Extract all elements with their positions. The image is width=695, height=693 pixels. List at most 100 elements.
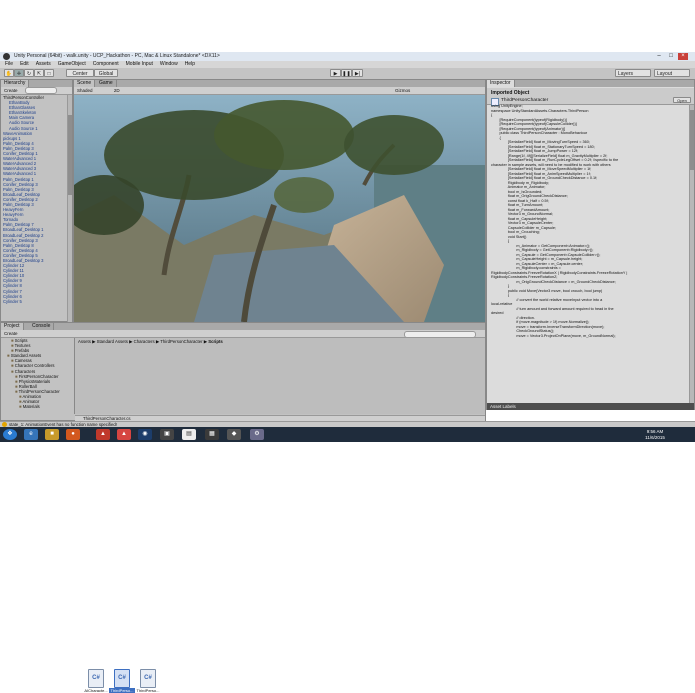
ie-icon[interactable]: e xyxy=(24,429,38,440)
menu-help[interactable]: Help xyxy=(185,61,195,68)
file-item[interactable]: C# ThirdPerso... xyxy=(135,669,161,693)
window-title: Unity Personal (64bit) - walk.unity - UC… xyxy=(14,53,220,59)
breadcrumb-item[interactable]: Assets xyxy=(78,339,91,344)
hierarchy-toolbar: Create xyxy=(1,87,72,95)
move-tool-icon[interactable]: ✛ xyxy=(14,69,24,77)
menu-bar: File Edit Assets GameObject Component Mobile … xyxy=(0,61,695,68)
project-toolbar: Create xyxy=(1,330,485,338)
clock[interactable]: 9:56 AM 11/6/2015 xyxy=(640,429,670,440)
cs-script-icon: C# xyxy=(114,669,130,688)
tab-console[interactable]: Console xyxy=(29,323,55,330)
cs-script-icon: C# xyxy=(140,669,156,688)
script-preview: using UnityEngine; namespace UnityStandar… xyxy=(491,104,686,404)
project-folder-tree: ■ Scripts ■ Textures ■ Prefabs ■ Standard A… xyxy=(3,338,71,421)
scene-toolbar: Shaded 2D Gizmos xyxy=(74,87,485,95)
tab-project[interactable]: Project xyxy=(1,323,24,330)
menu-component[interactable]: Component xyxy=(93,61,119,68)
file-label: ThirdPerso... xyxy=(109,688,135,693)
inspector-header-title: Imported Object xyxy=(491,90,530,96)
project-files-area: Assets ▶ Standard Assets ▶ Characters ▶ … xyxy=(74,338,485,414)
hierarchy-list: ThirdPersonController EthanBody EthanGlass… xyxy=(1,95,68,322)
2d-toggle[interactable]: 2D xyxy=(114,87,120,94)
gizmos-dropdown[interactable]: Gizmos xyxy=(395,87,410,94)
breadcrumb-item[interactable]: Scripts xyxy=(208,339,223,344)
inspector-tabstrip: Inspector xyxy=(487,80,694,87)
play-icon[interactable]: ▶ xyxy=(330,69,341,77)
file-label: ThirdPerso... xyxy=(136,688,160,693)
unity-logo-icon xyxy=(3,53,10,60)
settings-app-icon[interactable]: ⚙ xyxy=(250,429,264,440)
minimize-icon[interactable]: – xyxy=(654,53,664,60)
menu-mobile-input[interactable]: Mobile Input xyxy=(126,61,153,68)
layout-dropdown[interactable]: Layout xyxy=(654,69,690,77)
hierarchy-item[interactable]: Cylinder 5 xyxy=(1,299,68,304)
file-item[interactable]: C# AICharacte... xyxy=(83,669,109,693)
hand-tool-icon[interactable]: ✋ xyxy=(4,69,14,77)
start-button-icon[interactable]: ❖ xyxy=(3,429,17,440)
tab-hierarchy[interactable]: Hierarchy xyxy=(1,80,30,87)
steam-icon[interactable]: ◉ xyxy=(138,429,152,440)
inspector-scrollbar[interactable] xyxy=(689,105,694,405)
grid-app-icon[interactable]: ▦ xyxy=(205,429,219,440)
project-tabstrip: Project Console xyxy=(1,323,485,330)
palm-canopy-3 xyxy=(344,115,444,175)
project-create-button[interactable]: Create xyxy=(4,330,18,337)
menu-window[interactable]: Window xyxy=(160,61,178,68)
menu-gameobject[interactable]: GameObject xyxy=(58,61,86,68)
rect-tool-icon[interactable]: □ xyxy=(44,69,54,77)
pause-icon[interactable]: ❚❚ xyxy=(341,69,352,77)
breadcrumb-item[interactable]: Standard Assets xyxy=(97,339,128,344)
os-taskbar: ❖ e ■ ● ▲ ▲ ◉ ▣ ▤ ▦ ◆ ⚙ 9:56 AM 11/6/201… xyxy=(0,427,695,442)
maximize-icon[interactable]: □ xyxy=(666,53,676,60)
app-icon-gray[interactable]: ▣ xyxy=(160,429,174,440)
scene-tabstrip: Scene Game xyxy=(74,80,485,87)
layers-dropdown[interactable]: Layers xyxy=(615,69,651,77)
notepad-icon[interactable]: ▤ xyxy=(182,429,196,440)
global-button[interactable]: Global xyxy=(94,69,118,77)
breadcrumb: Assets ▶ Standard Assets ▶ Characters ▶ … xyxy=(78,339,223,345)
close-icon[interactable]: × xyxy=(678,53,688,60)
breadcrumb-item[interactable]: Characters xyxy=(134,339,155,344)
hierarchy-panel: Hierarchy Create ThirdPersonController Et… xyxy=(0,79,73,322)
file-item-selected[interactable]: C# ThirdPerso... xyxy=(109,669,135,693)
hierarchy-create-button[interactable]: Create xyxy=(4,87,18,94)
open-button[interactable]: Open xyxy=(673,97,691,103)
file-label: AICharacte... xyxy=(84,688,108,693)
palm-canopy-2 xyxy=(214,100,354,170)
tab-game[interactable]: Game xyxy=(96,80,117,87)
menu-file[interactable]: File xyxy=(5,61,13,68)
folder-label: Materials xyxy=(22,404,40,410)
asset-labels-bar[interactable]: Asset Labels xyxy=(487,403,694,410)
scene-panel: Scene Game Shaded 2D Gizmos xyxy=(73,79,486,322)
hierarchy-scroll-thumb[interactable] xyxy=(68,115,72,195)
project-search-input[interactable] xyxy=(404,331,476,338)
unity-taskbar-icon[interactable]: ◆ xyxy=(227,429,241,440)
app-icon-orange[interactable]: ▲ xyxy=(117,429,131,440)
tab-inspector[interactable]: Inspector xyxy=(487,80,515,87)
scale-tool-icon[interactable]: ⇱ xyxy=(34,69,44,77)
tab-scene[interactable]: Scene xyxy=(74,80,96,87)
hierarchy-search-input[interactable] xyxy=(24,87,57,95)
cs-script-icon: C# xyxy=(88,669,104,688)
inspector-header: Imported Object ThirdPersonCharacter Ope… xyxy=(487,88,694,106)
menu-edit[interactable]: Edit xyxy=(20,61,29,68)
code-line: move = Vector3.ProjectOnPlane(move, m_Gr… xyxy=(491,333,616,338)
hierarchy-scrollbar[interactable] xyxy=(67,95,72,322)
file-explorer-icon[interactable]: ■ xyxy=(45,429,59,440)
clock-date: 11/6/2015 xyxy=(645,434,665,440)
firefox-icon[interactable]: ● xyxy=(66,429,80,440)
scene-viewport[interactable] xyxy=(74,95,485,322)
folder-item[interactable]: ■ Materials xyxy=(3,404,71,409)
rotate-tool-icon[interactable]: ↻ xyxy=(24,69,34,77)
app-icon-red[interactable]: ▲ xyxy=(96,429,110,440)
project-panel: Project Console Create ■ Scripts ■ Textur… xyxy=(0,322,486,693)
step-icon[interactable]: ▶| xyxy=(352,69,363,77)
menu-assets[interactable]: Assets xyxy=(36,61,51,68)
fern-bush xyxy=(274,177,334,213)
inspector-scroll-thumb[interactable] xyxy=(690,110,694,170)
asset-name: ThirdPersonCharacter xyxy=(501,98,549,103)
pivot-center-button[interactable]: Center xyxy=(66,69,94,77)
shading-mode-dropdown[interactable]: Shaded xyxy=(77,87,93,94)
breadcrumb-item[interactable]: ThirdPersonCharacter xyxy=(160,339,202,344)
hierarchy-tabstrip: Hierarchy xyxy=(1,80,72,87)
